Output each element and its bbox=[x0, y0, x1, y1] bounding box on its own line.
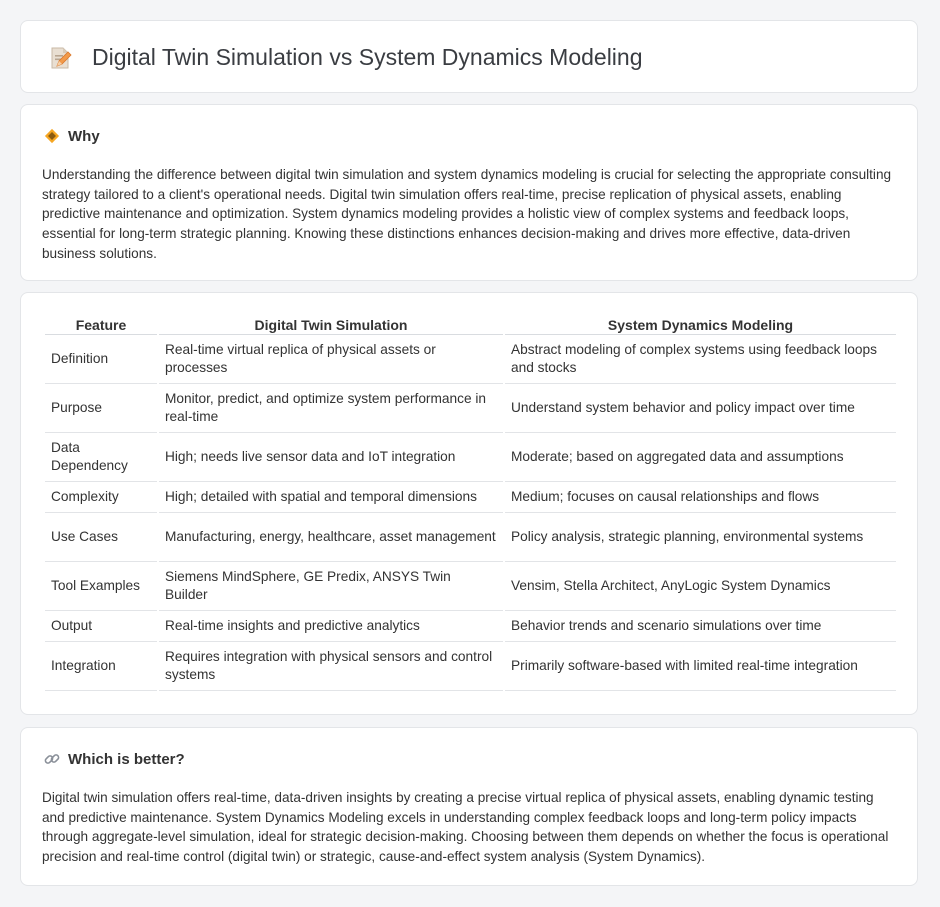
system-dynamics-cell: Primarily software-based with limited re… bbox=[505, 642, 896, 691]
system-dynamics-cell: Understand system behavior and policy im… bbox=[505, 384, 896, 433]
digital-twin-cell: Manufacturing, energy, healthcare, asset… bbox=[159, 513, 503, 562]
feature-cell: Use Cases bbox=[45, 513, 157, 562]
feature-cell: Output bbox=[45, 611, 157, 642]
table-row: Use Cases Manufacturing, energy, healthc… bbox=[45, 513, 896, 562]
system-dynamics-cell: Moderate; based on aggregated data and a… bbox=[505, 433, 896, 482]
feature-cell: Tool Examples bbox=[45, 562, 157, 611]
digital-twin-cell: High; detailed with spatial and temporal… bbox=[159, 482, 503, 513]
page-title: Digital Twin Simulation vs System Dynami… bbox=[92, 44, 643, 70]
digital-twin-cell: Monitor, predict, and optimize system pe… bbox=[159, 384, 503, 433]
system-dynamics-cell: Behavior trends and scenario simulations… bbox=[505, 611, 896, 642]
digital-twin-cell: Requires integration with physical senso… bbox=[159, 642, 503, 691]
system-dynamics-cell: Medium; focuses on causal relationships … bbox=[505, 482, 896, 513]
system-dynamics-cell: Policy analysis, strategic planning, env… bbox=[505, 513, 896, 562]
system-dynamics-cell: Vensim, Stella Architect, AnyLogic Syste… bbox=[505, 562, 896, 611]
table-row: Data Dependency High; needs live sensor … bbox=[45, 433, 896, 482]
digital-twin-cell: Real-time virtual replica of physical as… bbox=[159, 335, 503, 384]
digital-twin-cell: Real-time insights and predictive analyt… bbox=[159, 611, 503, 642]
which-is-better-card: Which is better? Digital twin simulation… bbox=[20, 727, 918, 886]
table-row: Purpose Monitor, predict, and optimize s… bbox=[45, 384, 896, 433]
table-row: Integration Requires integration with ph… bbox=[45, 642, 896, 691]
link-icon bbox=[44, 754, 60, 764]
better-heading: Which is better? bbox=[43, 750, 185, 768]
system-dynamics-cell: Abstract modeling of complex systems usi… bbox=[505, 335, 896, 384]
header-digital-twin: Digital Twin Simulation bbox=[159, 315, 503, 335]
header-card: Digital Twin Simulation vs System Dynami… bbox=[20, 20, 918, 93]
diamond-sign-icon bbox=[44, 128, 60, 144]
better-title: Which is better? bbox=[68, 750, 185, 768]
comparison-card: Feature Digital Twin Simulation System D… bbox=[20, 292, 918, 715]
better-text: Digital twin simulation offers real-time… bbox=[42, 790, 889, 865]
feature-cell: Definition bbox=[45, 335, 157, 384]
title-row: Digital Twin Simulation vs System Dynami… bbox=[47, 44, 643, 71]
table-row: Complexity High; detailed with spatial a… bbox=[45, 482, 896, 513]
why-heading: Why bbox=[43, 127, 100, 145]
feature-cell: Integration bbox=[45, 642, 157, 691]
feature-cell: Complexity bbox=[45, 482, 157, 513]
feature-cell: Purpose bbox=[45, 384, 157, 433]
table-row: Definition Real-time virtual replica of … bbox=[45, 335, 896, 384]
comparison-table: Feature Digital Twin Simulation System D… bbox=[43, 315, 898, 691]
digital-twin-cell: High; needs live sensor data and IoT int… bbox=[159, 433, 503, 482]
header-system-dynamics: System Dynamics Modeling bbox=[505, 315, 896, 335]
table-header-row: Feature Digital Twin Simulation System D… bbox=[45, 315, 896, 335]
table-row: Tool Examples Siemens MindSphere, GE Pre… bbox=[45, 562, 896, 611]
feature-cell: Data Dependency bbox=[45, 433, 157, 482]
why-card: Why Understanding the difference between… bbox=[20, 104, 918, 281]
document-edit-icon bbox=[51, 47, 72, 68]
why-title: Why bbox=[68, 127, 100, 145]
table-row: Output Real-time insights and predictive… bbox=[45, 611, 896, 642]
header-feature: Feature bbox=[45, 315, 157, 335]
why-text: Understanding the difference between dig… bbox=[42, 167, 892, 261]
digital-twin-cell: Siemens MindSphere, GE Predix, ANSYS Twi… bbox=[159, 562, 503, 611]
